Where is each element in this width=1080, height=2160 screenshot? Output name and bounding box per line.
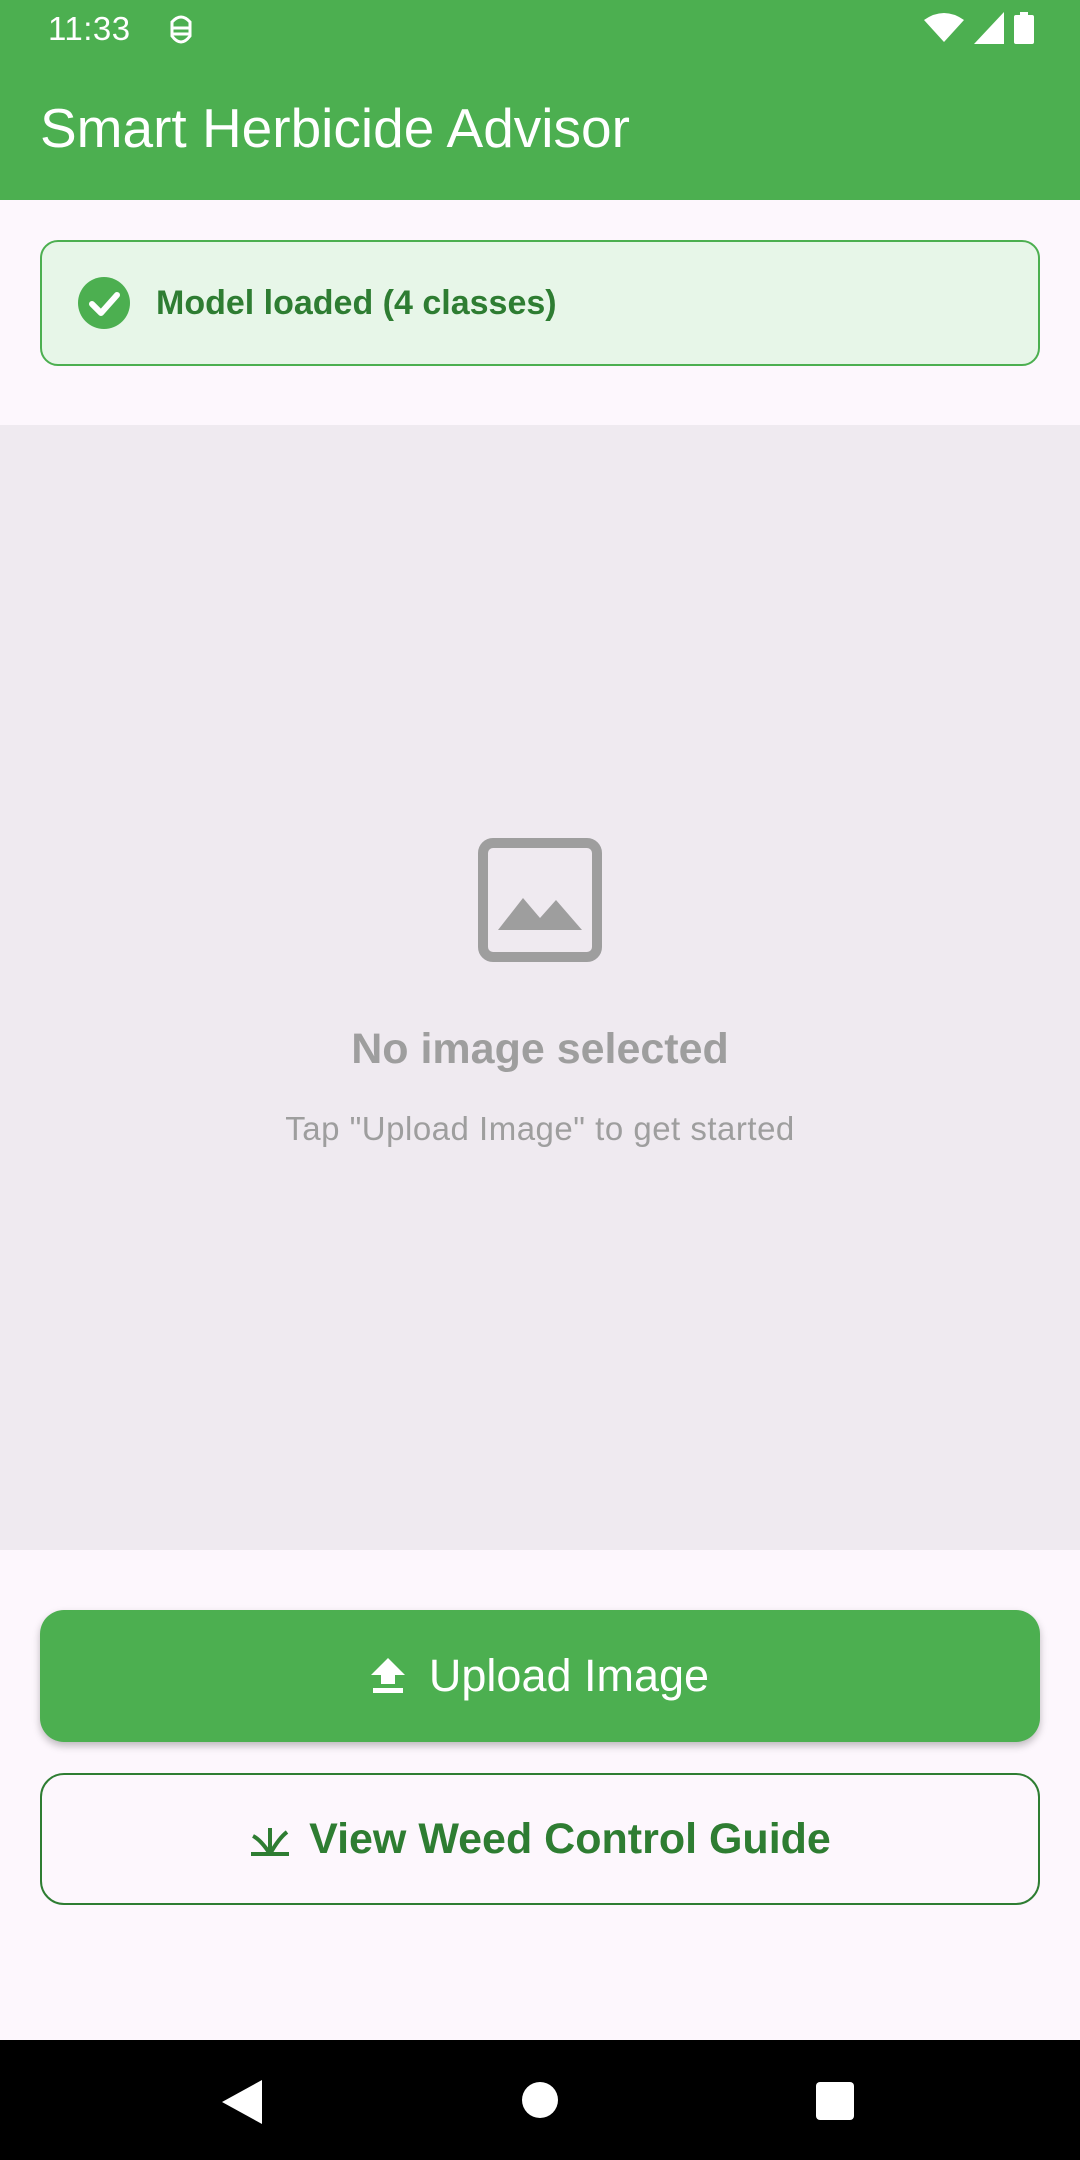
upload-icon xyxy=(370,1658,405,1693)
image-preview-area xyxy=(0,425,1080,1550)
app-bar: 11:33 Smart Herbicide Advisor xyxy=(0,0,1080,200)
screen: 11:33 Smart Herbicide Advisor Model load… xyxy=(0,0,1080,2160)
grass-icon xyxy=(251,1828,290,1856)
image-placeholder-icon xyxy=(478,838,602,962)
model-status-banner: Model loaded (4 classes) xyxy=(40,240,1040,366)
weed-control-guide-button[interactable]: View Weed Control Guide xyxy=(40,1773,1040,1905)
no-image-title: No image selected xyxy=(351,1025,729,1073)
wifi-icon xyxy=(924,13,964,42)
upload-image-button[interactable]: Upload Image xyxy=(40,1610,1040,1742)
recents-icon[interactable] xyxy=(816,2082,854,2120)
weed-control-guide-label: View Weed Control Guide xyxy=(309,1814,831,1863)
battery-icon xyxy=(1014,12,1034,44)
signal-icon xyxy=(974,12,1004,44)
no-image-hint: Tap "Upload Image" to get started xyxy=(285,1110,795,1147)
status-time: 11:33 xyxy=(48,10,131,47)
back-icon[interactable] xyxy=(222,2080,262,2124)
status-icons xyxy=(924,12,1034,44)
system-nav-bar xyxy=(0,2040,1080,2160)
upload-image-label: Upload Image xyxy=(428,1650,710,1701)
debug-icon xyxy=(170,15,192,44)
model-status-text: Model loaded (4 classes) xyxy=(156,283,557,322)
home-icon[interactable] xyxy=(522,2082,558,2118)
check-circle-icon xyxy=(78,277,130,329)
app-title: Smart Herbicide Advisor xyxy=(40,97,630,159)
